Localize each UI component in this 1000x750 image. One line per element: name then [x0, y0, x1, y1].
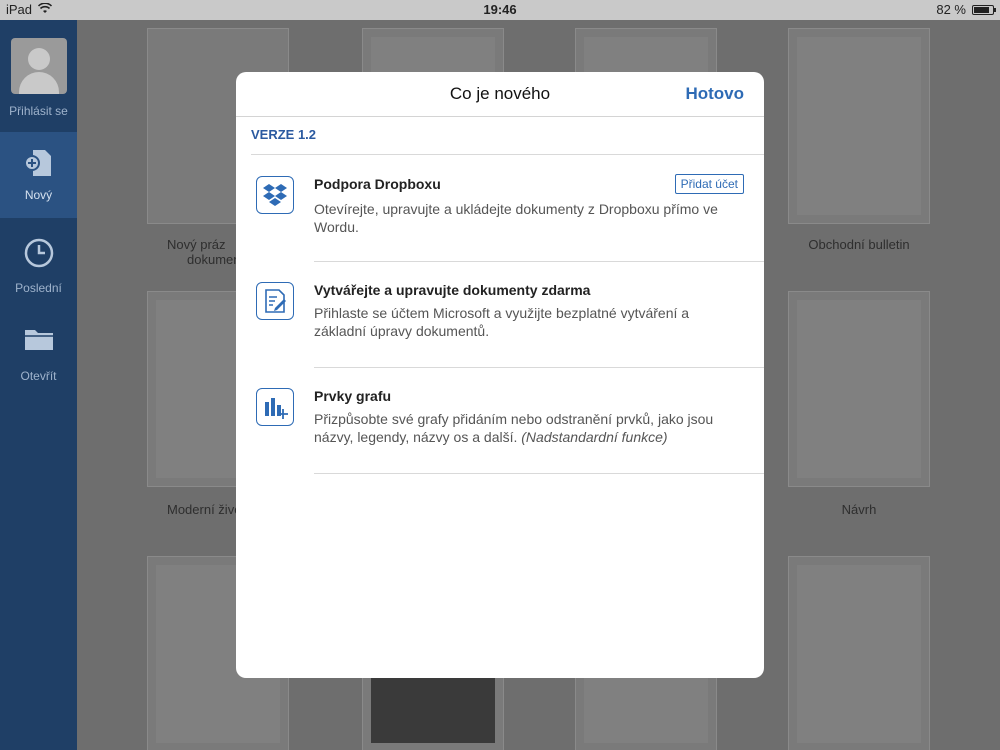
dropbox-icon	[256, 176, 294, 214]
template-design[interactable]	[788, 291, 930, 487]
clock-icon	[0, 238, 77, 270]
feature-title: Podpora Dropboxu	[314, 176, 441, 192]
add-account-button[interactable]: Přidat účet	[674, 174, 744, 194]
new-doc-icon	[0, 148, 77, 180]
sidebar-item-label: Otevřít	[20, 369, 57, 383]
feature-description: Otevírejte, upravujte a ukládejte dokume…	[314, 201, 718, 235]
sidebar-item-open[interactable]: Otevřít	[0, 325, 77, 411]
status-bar: iPad 19:46 82 %	[0, 0, 1000, 20]
divider	[314, 473, 764, 474]
feature-title: Prvky grafu	[314, 388, 392, 404]
feature-description: Přizpůsobte své grafy přidáním nebo odst…	[314, 410, 734, 446]
template-caption: Návrh	[841, 502, 877, 517]
template-cv[interactable]	[788, 556, 930, 750]
divider	[314, 261, 764, 262]
chart-elements-icon	[256, 388, 294, 426]
sidebar-item-label: Nový	[24, 188, 53, 202]
sidebar-item-label: Poslední	[15, 281, 62, 295]
feature-description: Přihlaste se účtem Microsoft a využijte …	[314, 305, 690, 339]
edit-document-icon	[256, 282, 294, 320]
sidebar-item-recent[interactable]: Poslední	[0, 238, 77, 324]
feature-title: Vytvářejte a upravujte dokumenty zdarma	[314, 282, 591, 298]
premium-note: (Nadstandardní funkce)	[521, 429, 668, 445]
template-bulletin[interactable]	[788, 28, 930, 224]
folder-icon	[0, 325, 77, 357]
sidebar-item-signin[interactable]: Přihlásit se	[0, 38, 77, 118]
template-caption: Obchodní bulletin	[808, 237, 910, 252]
sidebar-item-label: Přihlásit se	[9, 104, 68, 118]
dialog-header: Co je nového Hotovo	[236, 72, 764, 117]
version-label: VERZE 1.2	[251, 127, 317, 142]
status-time: 19:46	[483, 2, 517, 17]
whats-new-dialog: Co je nového Hotovo VERZE 1.2 Podpora Dr…	[236, 72, 764, 678]
sidebar-item-new[interactable]: Nový	[0, 132, 77, 218]
divider	[314, 367, 764, 368]
done-button[interactable]: Hotovo	[685, 84, 744, 104]
avatar	[10, 38, 67, 94]
battery-percent: 82 %	[936, 2, 966, 17]
sidebar: Přihlásit se Nový Poslední Otevřít	[0, 20, 77, 750]
battery-icon	[972, 4, 996, 15]
divider	[251, 154, 764, 155]
